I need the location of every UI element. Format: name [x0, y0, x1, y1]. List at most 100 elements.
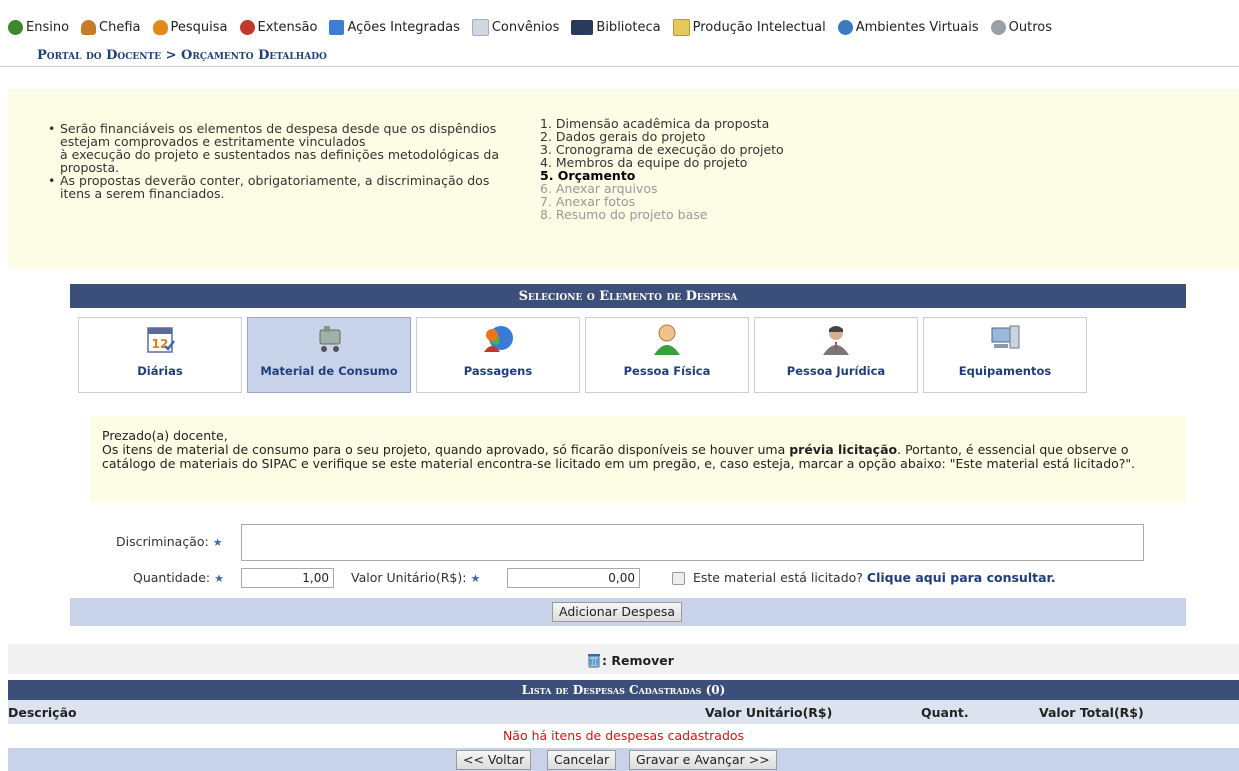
consultar-link[interactable]: Clique aqui para consultar.: [867, 570, 1056, 585]
wizard-steps: 1. Dimensão acadêmica da proposta 2. Dad…: [540, 117, 784, 221]
svg-text:12: 12: [152, 337, 169, 351]
menu-pesquisa[interactable]: Pesquisa: [152, 20, 228, 35]
tab-label: Passagens: [463, 364, 533, 378]
valor-unitario-label-text: Valor Unitário(R$):: [351, 570, 467, 585]
tab-label: Equipamentos: [958, 364, 1052, 378]
convenios-icon: [471, 19, 489, 36]
tab-pessoa-juridica[interactable]: Pessoa Jurídica: [754, 317, 918, 393]
required-icon: ★: [212, 536, 223, 549]
quantidade-field[interactable]: 1,00: [241, 568, 334, 588]
menu-label: Extensão: [257, 20, 318, 35]
back-button[interactable]: << Voltar: [456, 750, 532, 770]
person-icon: [654, 324, 680, 355]
legend-bar: : Remover: [8, 644, 1239, 674]
expense-form: Discriminação: ★ Quantidade: ★ 1,00 Valo…: [70, 514, 1186, 599]
menu-row: Ensino Chefia Pesquisa Extensão Ações In…: [8, 19, 1064, 36]
extensao-icon: [239, 20, 255, 35]
menu-label: Ensino: [26, 20, 70, 35]
tab-equipamentos[interactable]: Equipamentos: [923, 317, 1087, 393]
business-person-icon: [823, 326, 849, 355]
discriminacao-label-text: Discriminação:: [116, 534, 209, 549]
discriminacao-field[interactable]: [241, 524, 1144, 561]
menu-convenios[interactable]: Convênios: [471, 19, 560, 36]
menu-ambientes-virtuais[interactable]: Ambientes Virtuais: [837, 20, 979, 35]
quantidade-label: Quantidade: ★: [133, 570, 224, 585]
notice-box: Prezado(a) docente, Os itens de material…: [90, 416, 1186, 502]
remove-icon: [588, 654, 600, 668]
expense-list-title: Lista de Despesas Cadastradas (0): [8, 680, 1239, 700]
menu-producao-intelectual[interactable]: Produção Intelectual: [672, 19, 826, 36]
outros-icon: [990, 20, 1006, 35]
expense-list-columns: Descrição Valor Unitário(R$) Quant. Valo…: [8, 700, 1239, 724]
menu-acoes-integradas[interactable]: Ações Integradas: [329, 20, 460, 35]
info-bullet: Serão financiáveis os elementos de despe…: [46, 122, 506, 174]
col-valor-total: Valor Total(R$): [1039, 705, 1144, 720]
ambientes-icon: [837, 20, 853, 35]
menu-ensino[interactable]: Ensino: [8, 20, 69, 35]
menu-label: Produção Intelectual: [692, 20, 826, 35]
biblioteca-icon: [571, 20, 594, 35]
menu-chefia[interactable]: Chefia: [81, 20, 141, 35]
col-quant: Quant.: [921, 705, 969, 720]
ensino-icon: [8, 20, 23, 35]
empty-list-message: Não há itens de despesas cadastrados: [8, 724, 1239, 748]
menu-label: Outros: [1008, 20, 1053, 35]
pesquisa-icon: [152, 20, 168, 35]
tab-passagens[interactable]: Passagens: [416, 317, 580, 393]
producao-icon: [672, 19, 690, 36]
remove-legend-label: : Remover: [602, 652, 674, 668]
save-next-button[interactable]: Gravar e Avançar >>: [629, 750, 777, 770]
breadcrumb-divider: [0, 66, 1239, 67]
top-menu: Ensino Chefia Pesquisa Extensão Ações In…: [0, 0, 1239, 40]
licitado-label-text: Este material está licitado?: [693, 570, 863, 585]
expense-tabs: 12 Diárias Material de Consumo Passagens: [78, 317, 1092, 393]
info-bullets: Serão financiáveis os elementos de despe…: [46, 122, 506, 200]
menu-label: Ambientes Virtuais: [855, 20, 979, 35]
col-valor-unitario: Valor Unitário(R$): [705, 705, 833, 720]
notice-text-pre: Os itens de material de consumo para o s…: [102, 442, 790, 457]
computer-icon: [991, 325, 1020, 349]
remove-legend: : Remover: [586, 652, 674, 668]
tab-label: Pessoa Jurídica: [786, 364, 886, 378]
notice-text: Os itens de material de consumo para o s…: [102, 443, 1172, 471]
menu-label: Chefia: [99, 20, 141, 35]
quantidade-label-text: Quantidade:: [133, 570, 211, 585]
menu-label: Ações Integradas: [347, 20, 460, 35]
menu-extensao[interactable]: Extensão: [239, 20, 318, 35]
valor-unitario-label: Valor Unitário(R$): ★: [351, 570, 480, 585]
expense-panel: Selecione o Elemento de Despesa 12 Diári…: [70, 284, 1186, 626]
menu-label: Biblioteca: [596, 20, 661, 35]
form-actions: Adicionar Despesa: [70, 598, 1186, 626]
tab-label: Material de Consumo: [260, 364, 398, 378]
discriminacao-label: Discriminação: ★: [116, 534, 223, 549]
required-icon: ★: [470, 572, 481, 585]
tab-label: Diárias: [137, 364, 183, 378]
footer-actions: << Voltar Cancelar Gravar e Avançar >>: [8, 748, 1239, 771]
tab-diarias[interactable]: 12 Diárias: [78, 317, 242, 393]
menu-outros[interactable]: Outros: [990, 20, 1053, 35]
required-icon: ★: [214, 572, 225, 585]
notice-greeting: Prezado(a) docente,: [102, 428, 228, 443]
menu-label: Pesquisa: [170, 20, 228, 35]
calendar-icon: 12: [147, 327, 175, 353]
licitado-checkbox[interactable]: [672, 572, 685, 585]
add-expense-button[interactable]: Adicionar Despesa: [552, 602, 683, 622]
tab-label: Pessoa Física: [623, 364, 711, 378]
shopping-cart-icon: [319, 326, 341, 352]
wizard-step: 8. Resumo do projeto base: [540, 207, 708, 222]
acoes-icon: [329, 20, 345, 35]
breadcrumb: Portal do Docente > Orçamento Detalhado: [0, 47, 1239, 67]
notice-text-bold: prévia licitação: [789, 442, 898, 457]
cancel-button[interactable]: Cancelar: [547, 750, 617, 770]
licitado-label: Este material está licitado? Clique aqui…: [693, 570, 1056, 585]
globe-person-icon: [484, 326, 513, 352]
breadcrumb-text: Portal do Docente > Orçamento Detalhado: [37, 48, 327, 63]
tab-pessoa-fisica[interactable]: Pessoa Física: [585, 317, 749, 393]
tab-material-de-consumo[interactable]: Material de Consumo: [247, 317, 411, 393]
info-bullet: As propostas deverão conter, obrigatoria…: [46, 174, 506, 200]
chefia-icon: [81, 20, 97, 35]
menu-label: Convênios: [491, 20, 560, 35]
menu-biblioteca[interactable]: Biblioteca: [571, 20, 661, 35]
valor-unitario-field[interactable]: 0,00: [507, 568, 640, 588]
info-box: Serão financiáveis os elementos de despe…: [8, 89, 1239, 269]
